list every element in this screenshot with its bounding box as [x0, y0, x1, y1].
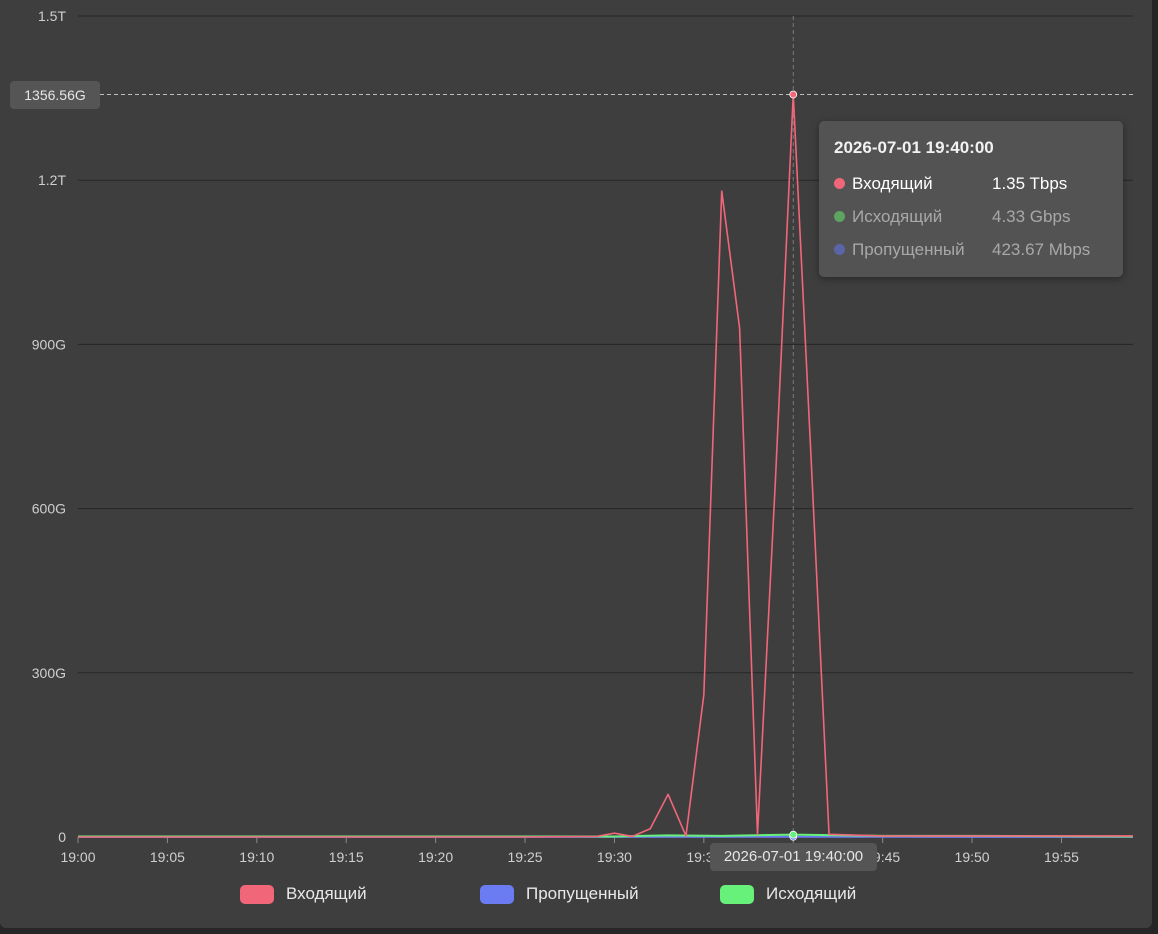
crosshair-x-label: 2026-07-01 19:40:00	[710, 843, 877, 871]
y-tick-label: 1.5T	[38, 8, 66, 24]
tooltip-row-name: Исходящий	[852, 206, 943, 226]
tooltip-row-value: 1.35 Tbps	[992, 173, 1068, 193]
tooltip-row-incoming: Входящий 1.35 Tbps	[834, 167, 1108, 200]
x-tick-label: 19:55	[1044, 849, 1079, 865]
y-tick-label: 300G	[32, 665, 66, 681]
y-tick-label: 900G	[32, 336, 66, 352]
x-tick-label: 19:20	[418, 849, 453, 865]
x-tick-label: 19:05	[150, 849, 185, 865]
legend-label: Входящий	[286, 884, 367, 903]
tooltip-row-dropped: Пропущенный 423.67 Mbps	[834, 233, 1108, 266]
y-tick-label: 1.2T	[38, 172, 66, 188]
x-tick-label: 19:15	[329, 849, 364, 865]
tooltip-row-value: 423.67 Mbps	[992, 239, 1091, 259]
x-axis-ticks: 19:00 19:05 19:10 19:15 19:20 19:25 19:30 19:35…	[60, 836, 1133, 865]
outgoing-dot-icon	[834, 211, 845, 222]
tooltip-row-name: Пропущенный	[852, 239, 965, 259]
legend-item-dropped[interactable]: Пропущенный	[480, 884, 639, 904]
legend-label: Исходящий	[766, 884, 857, 903]
tooltip-row-name: Входящий	[852, 173, 933, 193]
dropped-dot-icon	[834, 244, 845, 255]
x-tick-label: 19:30	[597, 849, 632, 865]
tooltip: 2026-07-01 19:40:00 Входящий 1.35 Tbps И…	[819, 121, 1123, 277]
incoming-dot-icon	[834, 178, 845, 189]
x-tick-label: 19:25	[508, 849, 543, 865]
hover-point-incoming	[789, 90, 798, 99]
crosshair-y-label: 1356.56G	[10, 81, 100, 109]
legend-swatch	[240, 884, 274, 904]
legend-label: Пропущенный	[526, 884, 639, 903]
x-tick-label: 19:50	[955, 849, 990, 865]
legend-swatch	[720, 884, 754, 904]
legend-item-outgoing[interactable]: Исходящий	[720, 884, 856, 904]
hover-point-outgoing	[789, 830, 798, 839]
y-tick-label: 600G	[32, 501, 66, 517]
legend-item-incoming[interactable]: Входящий	[240, 884, 367, 904]
legend-swatch	[480, 884, 514, 904]
tooltip-title: 2026-07-01 19:40:00	[834, 138, 994, 157]
chart-panel: 0 300G 600G 900G 1.2T 1.5T 19:00 19:05 19:10 19:…	[0, 0, 1152, 928]
legend: Входящий Пропущенный Исходящий	[0, 884, 1152, 910]
tooltip-row-value: 4.33 Gbps	[992, 206, 1071, 226]
tooltip-row-outgoing: Исходящий 4.33 Gbps	[834, 200, 1108, 233]
y-axis-ticks: 0 300G 600G 900G 1.2T 1.5T	[32, 8, 67, 845]
x-tick-label: 19:00	[60, 849, 95, 865]
y-tick-label: 0	[58, 829, 66, 845]
x-tick-label: 19:10	[239, 849, 274, 865]
